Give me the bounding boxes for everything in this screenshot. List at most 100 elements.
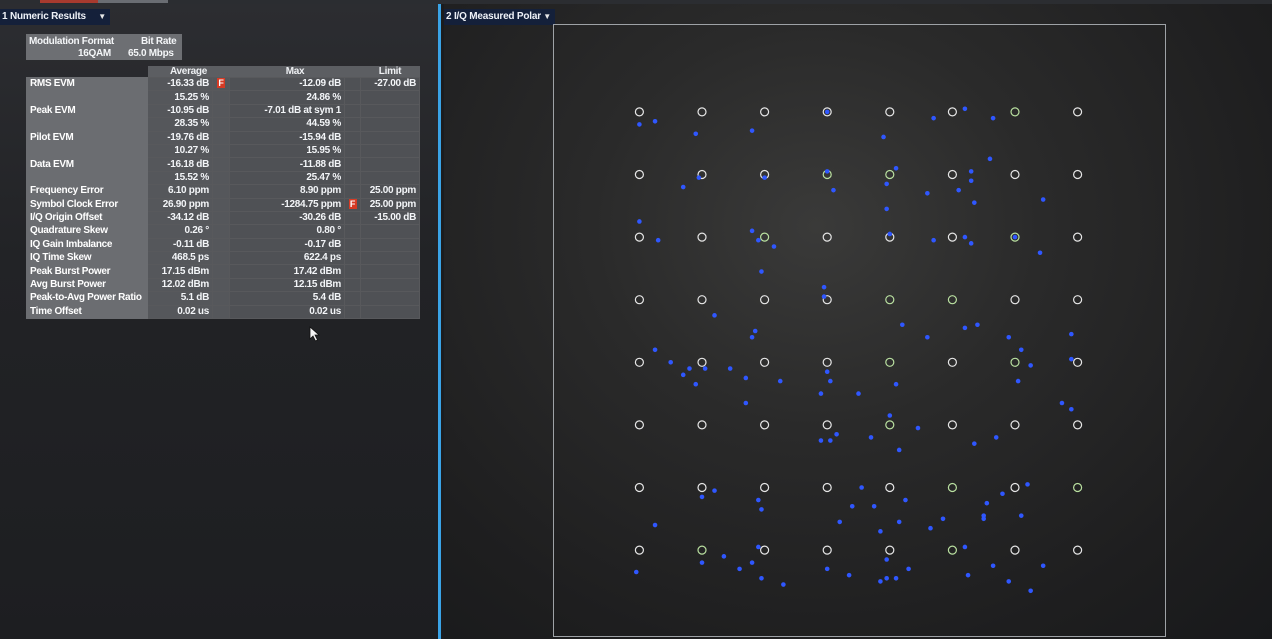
measured-point xyxy=(837,519,843,525)
reference-point xyxy=(885,295,895,305)
measured-point xyxy=(849,503,855,509)
measured-point xyxy=(965,572,971,578)
max-flag xyxy=(344,277,361,293)
reference-point xyxy=(760,420,770,430)
bit-rate-label: Bit Rate xyxy=(141,36,177,47)
fail-flag-icon: F xyxy=(217,78,225,89)
max-value: 0.80 ° xyxy=(229,224,345,239)
limit-value xyxy=(360,157,420,172)
average-value: 468.5 ps xyxy=(147,251,213,266)
measured-point xyxy=(652,347,658,353)
max-value: 17.42 dBm xyxy=(229,264,345,279)
measured-point xyxy=(637,122,642,127)
column-header-max: Max xyxy=(229,66,361,78)
measured-point xyxy=(906,566,911,572)
max-value: 8.90 ppm xyxy=(229,184,345,199)
average-flag xyxy=(212,90,230,105)
reference-point xyxy=(634,169,644,180)
row-label: Data EVM xyxy=(26,157,148,172)
reference-point xyxy=(1010,357,1020,367)
max-value: 5.4 dB xyxy=(229,291,345,306)
reference-point xyxy=(634,545,644,555)
table-row: IQ Gain Imbalance -0.11 dB -0.17 dB xyxy=(26,237,420,253)
average-flag xyxy=(212,210,230,226)
measured-point xyxy=(896,447,902,453)
measured-point xyxy=(1025,482,1030,487)
measured-point xyxy=(968,169,974,174)
measured-point xyxy=(637,219,642,224)
measured-point xyxy=(699,494,705,500)
measured-point xyxy=(968,241,974,246)
measured-point xyxy=(896,519,902,525)
table-row: Symbol Clock Error 26.90 ppm -1284.75 ppm F… xyxy=(26,197,420,212)
reference-point xyxy=(1010,420,1020,430)
limit-value xyxy=(360,90,420,105)
measured-point xyxy=(759,507,764,512)
header-block: Modulation Format Bit Rate 16QAM 65.0 Mb… xyxy=(26,34,182,60)
numeric-results-pane[interactable]: 1 Numeric Results ▼ Modulation Format Bi… xyxy=(0,4,441,639)
max-value: -0.17 dB xyxy=(229,237,345,253)
table-row: Quadrature Skew 0.26 ° 0.80 ° xyxy=(26,224,420,239)
reference-point xyxy=(1010,295,1020,305)
max-value: 24.86 % xyxy=(229,90,345,105)
measured-point xyxy=(1037,250,1043,256)
measured-point xyxy=(893,575,899,581)
limit-value: -27.00 dB xyxy=(360,76,420,92)
row-label: Frequency Error xyxy=(26,184,148,199)
measured-point xyxy=(940,516,946,522)
measured-point xyxy=(846,572,852,578)
row-label: Peak EVM xyxy=(26,103,148,119)
reference-point xyxy=(1072,107,1083,117)
average-value: -0.11 dB xyxy=(147,237,213,253)
average-flag xyxy=(212,130,230,145)
measured-point xyxy=(687,366,692,371)
numeric-results-title[interactable]: 1 Numeric Results ▼ xyxy=(0,9,110,25)
measured-point xyxy=(925,190,930,196)
reference-point xyxy=(697,107,707,117)
measured-point xyxy=(975,322,980,328)
measured-point xyxy=(668,360,673,365)
max-value: 25.47 % xyxy=(229,170,345,186)
measured-point xyxy=(652,118,658,124)
measured-point xyxy=(762,175,767,180)
reference-point xyxy=(1010,545,1020,555)
measured-point xyxy=(993,435,999,440)
row-label: RMS EVM xyxy=(26,76,148,92)
column-header-average: Average xyxy=(147,66,230,78)
max-value: 622.4 ps xyxy=(229,251,345,266)
measured-point xyxy=(956,187,961,193)
table-row: 10.27 % 15.95 % xyxy=(26,143,420,159)
reference-point xyxy=(947,232,957,242)
average-flag xyxy=(212,277,230,293)
measured-point xyxy=(859,485,864,490)
results-header-row: Average Max Limit xyxy=(27,66,420,78)
average-flag xyxy=(212,143,230,159)
reference-point xyxy=(885,482,895,493)
measured-point xyxy=(680,372,686,378)
table-row: I/Q Origin Offset -34.12 dB -30.26 dB -15.0… xyxy=(26,210,420,226)
average-flag xyxy=(212,103,230,119)
average-flag xyxy=(212,197,230,212)
measured-point xyxy=(984,500,990,506)
measured-point xyxy=(834,431,839,437)
reference-point xyxy=(947,295,957,305)
chevron-down-icon[interactable]: ▼ xyxy=(98,9,106,25)
measured-point xyxy=(831,187,836,193)
max-flag xyxy=(344,76,361,92)
average-value: -16.18 dB xyxy=(147,157,213,172)
row-label: Pilot EVM xyxy=(26,130,148,145)
max-value: -1284.75 ppm xyxy=(229,197,345,212)
measured-point xyxy=(721,554,727,559)
measured-point xyxy=(990,115,996,121)
average-flag xyxy=(212,157,230,172)
measured-point xyxy=(915,425,921,431)
measured-point xyxy=(652,522,658,528)
measured-point xyxy=(884,557,889,562)
reference-point xyxy=(822,357,832,367)
table-row: IQ Time Skew 468.5 ps 622.4 ps xyxy=(26,251,420,266)
measured-point xyxy=(900,322,905,328)
measured-point xyxy=(749,334,755,340)
table-row: 15.52 % 25.47 % xyxy=(26,170,420,186)
row-label: Peak-to-Avg Power Ratio xyxy=(26,291,148,306)
average-value: -34.12 dB xyxy=(147,210,213,226)
